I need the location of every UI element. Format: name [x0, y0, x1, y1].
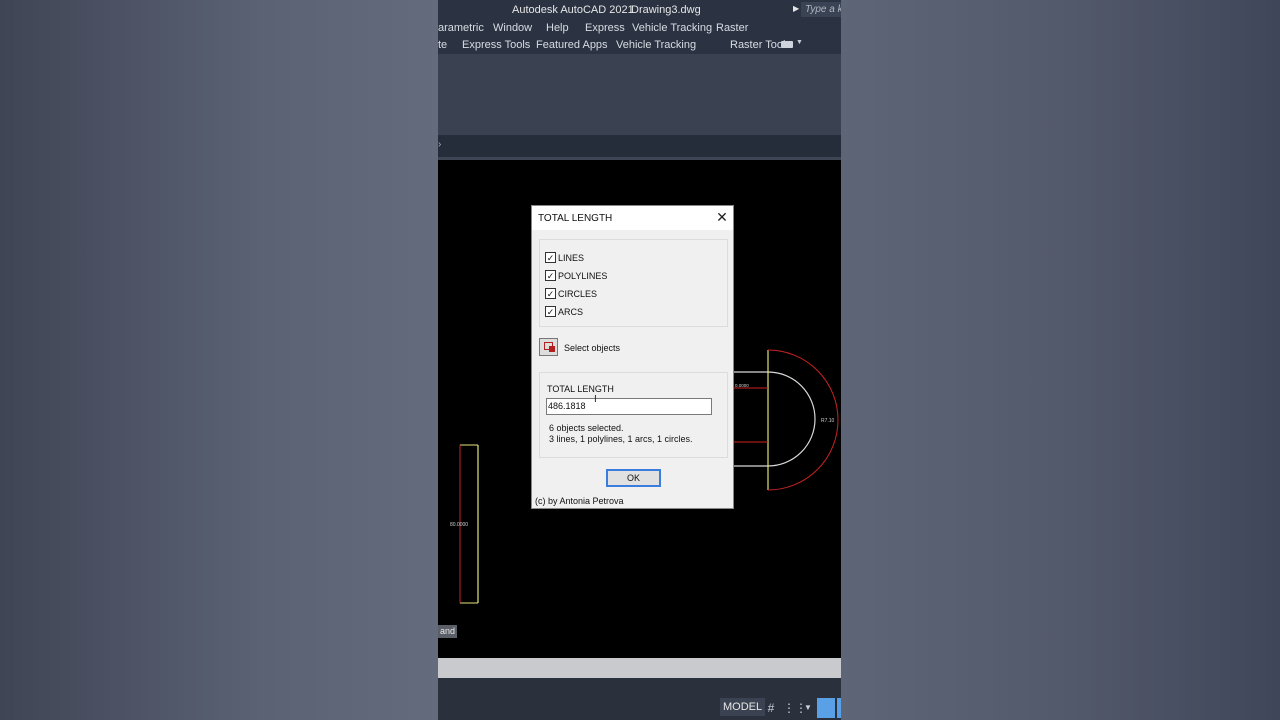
- ribbon-tab-vehicle-tracking[interactable]: Vehicle Tracking: [616, 39, 696, 51]
- checkbox-label: LINES: [558, 253, 585, 263]
- menu-window[interactable]: Window: [493, 22, 532, 34]
- total-length-field[interactable]: 486.1818: [546, 398, 712, 415]
- result-group: TOTAL LENGTH 486.1818 I 6 objects select…: [539, 372, 728, 458]
- grid-icon[interactable]: #: [763, 700, 779, 716]
- dimension-text-arc: R7.10: [821, 418, 835, 424]
- ortho-mode-icon[interactable]: [817, 698, 835, 718]
- selection-count-text: 6 objects selected.: [549, 423, 624, 433]
- ribbon-minimize-icon[interactable]: [781, 41, 793, 48]
- u-arc: [767, 371, 816, 467]
- title-bar: Autodesk AutoCAD 2021 Drawing3.dwg ▶ Typ…: [438, 0, 841, 20]
- search-arrow-icon[interactable]: ▶: [793, 4, 799, 13]
- menu-vehicle-tracking[interactable]: Vehicle Tracking: [632, 22, 712, 34]
- dialog-title-bar: TOTAL LENGTH ✕: [532, 206, 733, 230]
- total-length-dialog: TOTAL LENGTH ✕ ✓ LINES ✓ POLYLINES ✓ CIR…: [531, 205, 734, 509]
- search-input[interactable]: Type a ke: [801, 2, 841, 17]
- ribbon-panel: [438, 54, 841, 135]
- command-line-input[interactable]: [438, 658, 841, 678]
- select-objects-button[interactable]: [539, 338, 558, 356]
- polar-mode-icon[interactable]: [837, 698, 841, 718]
- chevron-down-icon[interactable]: ▼: [800, 700, 816, 716]
- dimension-text-small: 0.0000: [735, 383, 749, 388]
- video-pillarbox-right: [841, 0, 1280, 720]
- object-type-group: ✓ LINES ✓ POLYLINES ✓ CIRCLES ✓ ARCS: [539, 239, 728, 327]
- app-title: Autodesk AutoCAD 2021: [512, 4, 634, 16]
- text-cursor-icon: I: [594, 394, 597, 405]
- checkmark-icon[interactable]: ✓: [545, 306, 556, 317]
- file-tabs-bar: ›: [438, 135, 841, 157]
- model-space-button[interactable]: MODEL: [720, 698, 766, 716]
- ribbon-tab-partial[interactable]: te: [438, 39, 447, 51]
- dialog-title: TOTAL LENGTH: [538, 213, 613, 224]
- chevron-down-icon[interactable]: ▼: [796, 39, 803, 46]
- checkbox-label: ARCS: [558, 307, 584, 317]
- checkmark-icon[interactable]: ✓: [545, 252, 556, 263]
- select-objects-label: Select objects: [564, 343, 621, 353]
- command-line-label: and: [438, 625, 457, 638]
- file-tab-fragment-icon[interactable]: ›: [438, 139, 441, 150]
- selection-breakdown-text: 3 lines, 1 polylines, 1 arcs, 1 circles.: [549, 434, 693, 444]
- cursor-icon: [549, 346, 555, 352]
- checkmark-icon[interactable]: ✓: [545, 270, 556, 281]
- dimension-text-vertical: 80.0000: [450, 522, 468, 528]
- ribbon-tab-featured-apps[interactable]: Featured Apps: [536, 39, 608, 51]
- checkmark-icon[interactable]: ✓: [545, 288, 556, 299]
- total-length-label: TOTAL LENGTH: [547, 384, 614, 394]
- ribbon-tab-express-tools[interactable]: Express Tools: [462, 39, 530, 51]
- ribbon-tabs: te Express Tools Featured Apps Vehicle T…: [438, 37, 841, 54]
- video-pillarbox-left: [0, 0, 438, 720]
- author-credit: (c) by Antonia Petrova: [535, 496, 624, 506]
- checkbox-label: CIRCLES: [558, 289, 598, 299]
- status-bar: MODEL # ⋮⋮ ▼: [438, 678, 841, 720]
- menu-parametric[interactable]: arametric: [438, 22, 484, 34]
- close-icon[interactable]: ✕: [714, 209, 730, 225]
- ok-button[interactable]: OK: [606, 469, 661, 487]
- document-name: Drawing3.dwg: [631, 4, 701, 16]
- menu-bar: arametric Window Help Express Vehicle Tr…: [438, 20, 841, 37]
- checkbox-label: POLYLINES: [558, 271, 608, 281]
- snap-grid-icon[interactable]: ⋮⋮: [783, 700, 807, 716]
- menu-raster[interactable]: Raster: [716, 22, 748, 34]
- menu-help[interactable]: Help: [546, 22, 569, 34]
- menu-express[interactable]: Express: [585, 22, 625, 34]
